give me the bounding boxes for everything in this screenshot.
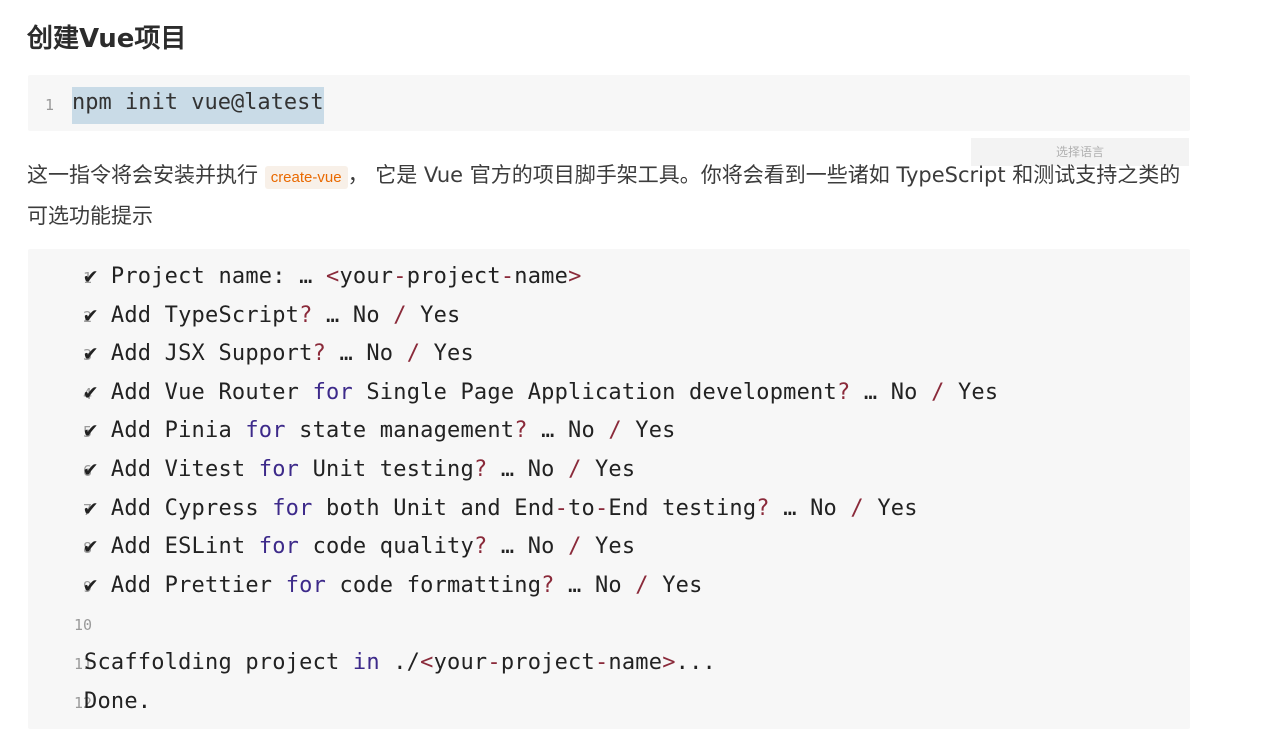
line-number: 10 [73, 616, 92, 635]
code-line-text: Scaffolding project in ./<your-project-n… [84, 650, 716, 675]
install-command-block[interactable]: 1 npm init vue@latest [28, 75, 1190, 131]
line-number: 1 [44, 96, 54, 114]
inline-code-create-vue: create-vue [264, 166, 348, 189]
code-line-text: ✔ Add JSX Support? … No / Yes [84, 341, 474, 367]
code-line-text: Done. [84, 688, 152, 714]
description-text-start: 这一指令将会安装并执行 [27, 163, 265, 187]
page-heading: 创建Vue项目 [27, 24, 187, 54]
terminal-output-block[interactable]: 1 ✔ Project name: … <your-project-name> 2 ✔… [28, 249, 1190, 729]
code-line-text: ✔ Add Prettier for code formatting? … No… [84, 572, 703, 598]
code-line-text: ✔ Add TypeScript? … No / Yes [84, 302, 461, 328]
code-line-text: ✔ Project name: … <your-project-name> [84, 264, 582, 289]
code-line-text: ✔ Add Pinia for state management? … No /… [84, 418, 676, 444]
code-line-text: ✔ Add Vitest for Unit testing? … No / Ye… [84, 457, 636, 482]
code-line-text: ✔ Add ESLint for code quality? … No / Ye… [84, 534, 636, 560]
install-command-code[interactable]: npm init vue@latest [72, 87, 324, 124]
code-line-text: ✔ Add Vue Router for Single Page Applica… [84, 379, 999, 405]
code-line-text: ✔ Add Cypress for both Unit and End-to-E… [84, 495, 918, 521]
description-paragraph: 这一指令将会安装并执行 create-vue， 它是 Vue 官方的项目脚手架工… [27, 156, 1187, 235]
